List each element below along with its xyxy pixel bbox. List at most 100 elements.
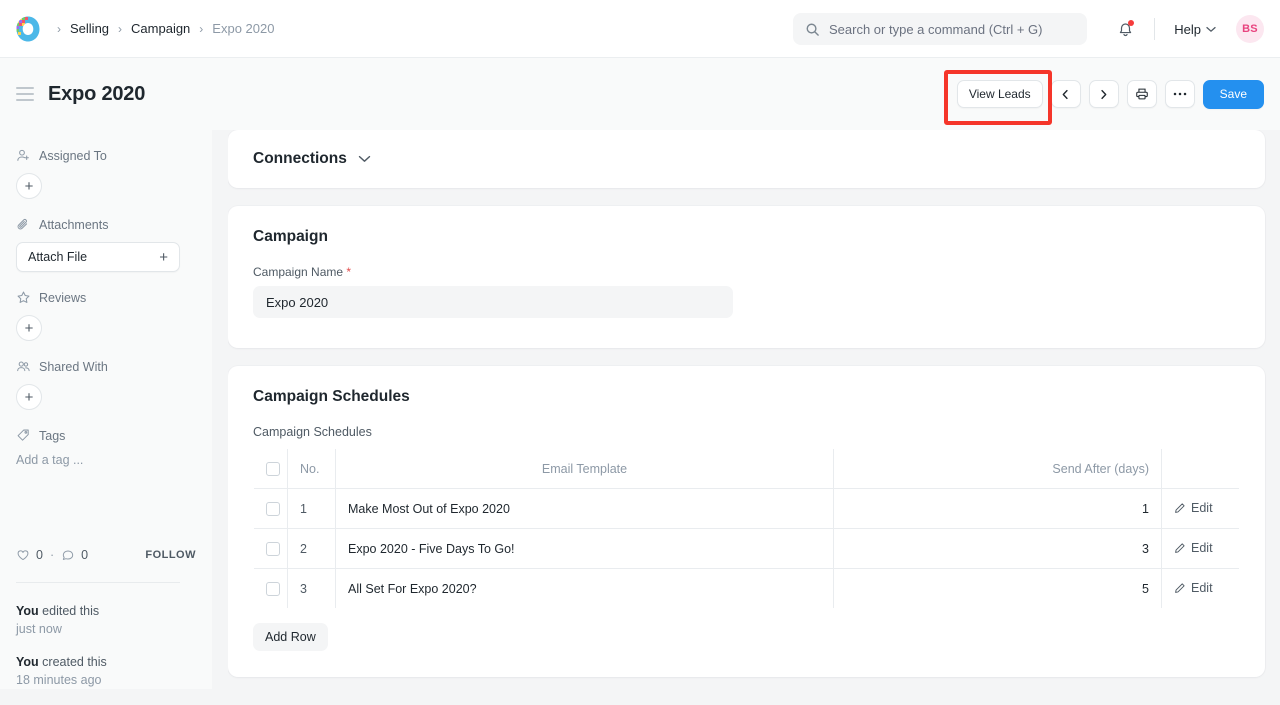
search-placeholder: Search or type a command (Ctrl + G) [829,22,1043,37]
users-icon [16,359,31,374]
cell-email-template[interactable]: All Set For Expo 2020? [336,569,834,609]
social-separator: · [50,548,54,562]
like-button[interactable]: 0 [16,548,43,562]
add-share-button[interactable]: + [16,384,42,410]
breadcrumb-item-expo-2020[interactable]: Expo 2020 [206,19,280,38]
navbar-left: › Selling › Campaign › Expo 2020 [0,15,280,43]
column-header-email-template[interactable]: Email Template [336,449,834,489]
pencil-icon [1174,542,1186,554]
add-row-button[interactable]: Add Row [253,623,328,651]
app-logo-icon[interactable] [14,15,42,43]
shared-with-label: Shared With [39,360,108,374]
previous-record-button[interactable] [1051,80,1081,108]
view-leads-button[interactable]: View Leads [957,80,1043,108]
campaign-name-field: Campaign Name * Expo 2020 [253,265,1240,318]
chevron-down-icon [358,155,371,163]
activity-action: created this [39,655,107,669]
edit-row-button[interactable]: Edit [1174,501,1213,515]
shared-with-label-row: Shared With [16,359,196,374]
avatar[interactable]: BS [1236,15,1264,43]
row-index: 2 [288,529,336,569]
row-checkbox[interactable] [266,502,280,516]
follow-button[interactable]: FOLLOW [145,549,196,561]
user-plus-icon [16,148,31,163]
top-navbar: › Selling › Campaign › Expo 2020 Search … [0,0,1280,58]
activity-item: You created this 18 minutes ago [16,653,107,689]
sidebar-toggle-icon[interactable] [16,87,34,101]
help-menu-button[interactable]: Help [1168,18,1222,41]
activity-timestamp: just now [16,620,107,638]
cell-send-after[interactable]: 1 [834,489,1162,529]
activity-feed: You edited this just now You created thi… [16,602,107,705]
document-sidebar: Assigned To + Attachments Attach File + … [0,130,212,689]
attach-file-button[interactable]: Attach File + [16,242,180,272]
search-icon [805,22,820,37]
sidebar-divider [16,582,180,583]
campaign-name-input[interactable]: Expo 2020 [253,286,733,318]
row-checkbox[interactable] [266,582,280,596]
save-button[interactable]: Save [1203,80,1264,109]
column-header-no[interactable]: No. [288,449,336,489]
row-checkbox[interactable] [266,542,280,556]
cell-email-template[interactable]: Expo 2020 - Five Days To Go! [336,529,834,569]
comment-button[interactable]: 0 [61,548,88,562]
print-button[interactable] [1127,80,1157,108]
page-title: Expo 2020 [48,83,145,106]
table-row[interactable]: 3 All Set For Expo 2020? 5 Edit [254,569,1240,609]
add-review-button[interactable]: + [16,315,42,341]
breadcrumb: › Selling › Campaign › Expo 2020 [56,19,280,38]
edit-label: Edit [1191,541,1213,555]
campaign-name-label-text: Campaign Name [253,265,343,279]
row-select-cell [254,529,288,569]
breadcrumb-item-selling[interactable]: Selling [64,19,115,38]
breadcrumb-separator-2: › [198,22,204,36]
breadcrumb-separator-1: › [117,22,123,36]
campaign-name-label: Campaign Name * [253,265,1240,279]
breadcrumb-item-campaign[interactable]: Campaign [125,19,196,38]
connections-card: Connections [228,130,1265,188]
main-content: Connections Campaign Campaign Name * Exp… [228,130,1280,689]
campaign-schedules-card: Campaign Schedules Campaign Schedules No… [228,366,1265,677]
reviews-label: Reviews [39,291,86,305]
add-assignment-button[interactable]: + [16,173,42,199]
edit-row-button[interactable]: Edit [1174,581,1213,595]
activity-timestamp: 18 minutes ago [16,671,107,689]
select-all-cell [254,449,288,489]
next-record-button[interactable] [1089,80,1119,108]
cell-send-after[interactable]: 5 [834,569,1162,609]
comment-icon [61,548,75,562]
table-row[interactable]: 2 Expo 2020 - Five Days To Go! 3 Edit [254,529,1240,569]
edit-row-button[interactable]: Edit [1174,541,1213,555]
search-input[interactable]: Search or type a command (Ctrl + G) [793,13,1087,45]
cell-send-after[interactable]: 3 [834,529,1162,569]
like-count: 0 [36,548,43,562]
help-label: Help [1174,22,1201,37]
table-row[interactable]: 1 Make Most Out of Expo 2020 1 Edit [254,489,1240,529]
row-index: 1 [288,489,336,529]
campaign-schedules-title: Campaign Schedules [253,388,1240,406]
heart-icon [16,548,30,562]
reviews-label-row: Reviews [16,290,196,305]
connections-toggle[interactable]: Connections [253,150,1240,168]
cell-email-template[interactable]: Make Most Out of Expo 2020 [336,489,834,529]
notifications-button[interactable] [1109,13,1141,45]
attachments-label-row: Attachments [16,217,196,232]
add-tag-input[interactable]: Add a tag ... [16,453,196,467]
column-header-send-after[interactable]: Send After (days) [834,449,1162,489]
required-marker: * [346,265,351,279]
more-options-button[interactable] [1165,80,1195,108]
page-header-actions: View Leads [957,58,1264,130]
sidebar-section-shared-with: Shared With + [16,359,196,410]
sidebar-section-assigned-to: Assigned To + [16,148,196,199]
select-all-checkbox[interactable] [266,462,280,476]
attachments-label: Attachments [39,218,108,232]
activity-item: You edited this just now [16,602,107,638]
campaign-schedules-grid-label: Campaign Schedules [253,425,1240,439]
campaign-schedules-table: No. Email Template Send After (days) 1 M… [253,448,1240,609]
edit-label: Edit [1191,501,1213,515]
chevron-down-icon [1206,26,1216,33]
navbar-divider [1154,18,1155,40]
campaign-section-title: Campaign [253,228,1240,246]
sidebar-social-row: 0 · 0 FOLLOW [16,548,196,562]
row-select-cell [254,489,288,529]
